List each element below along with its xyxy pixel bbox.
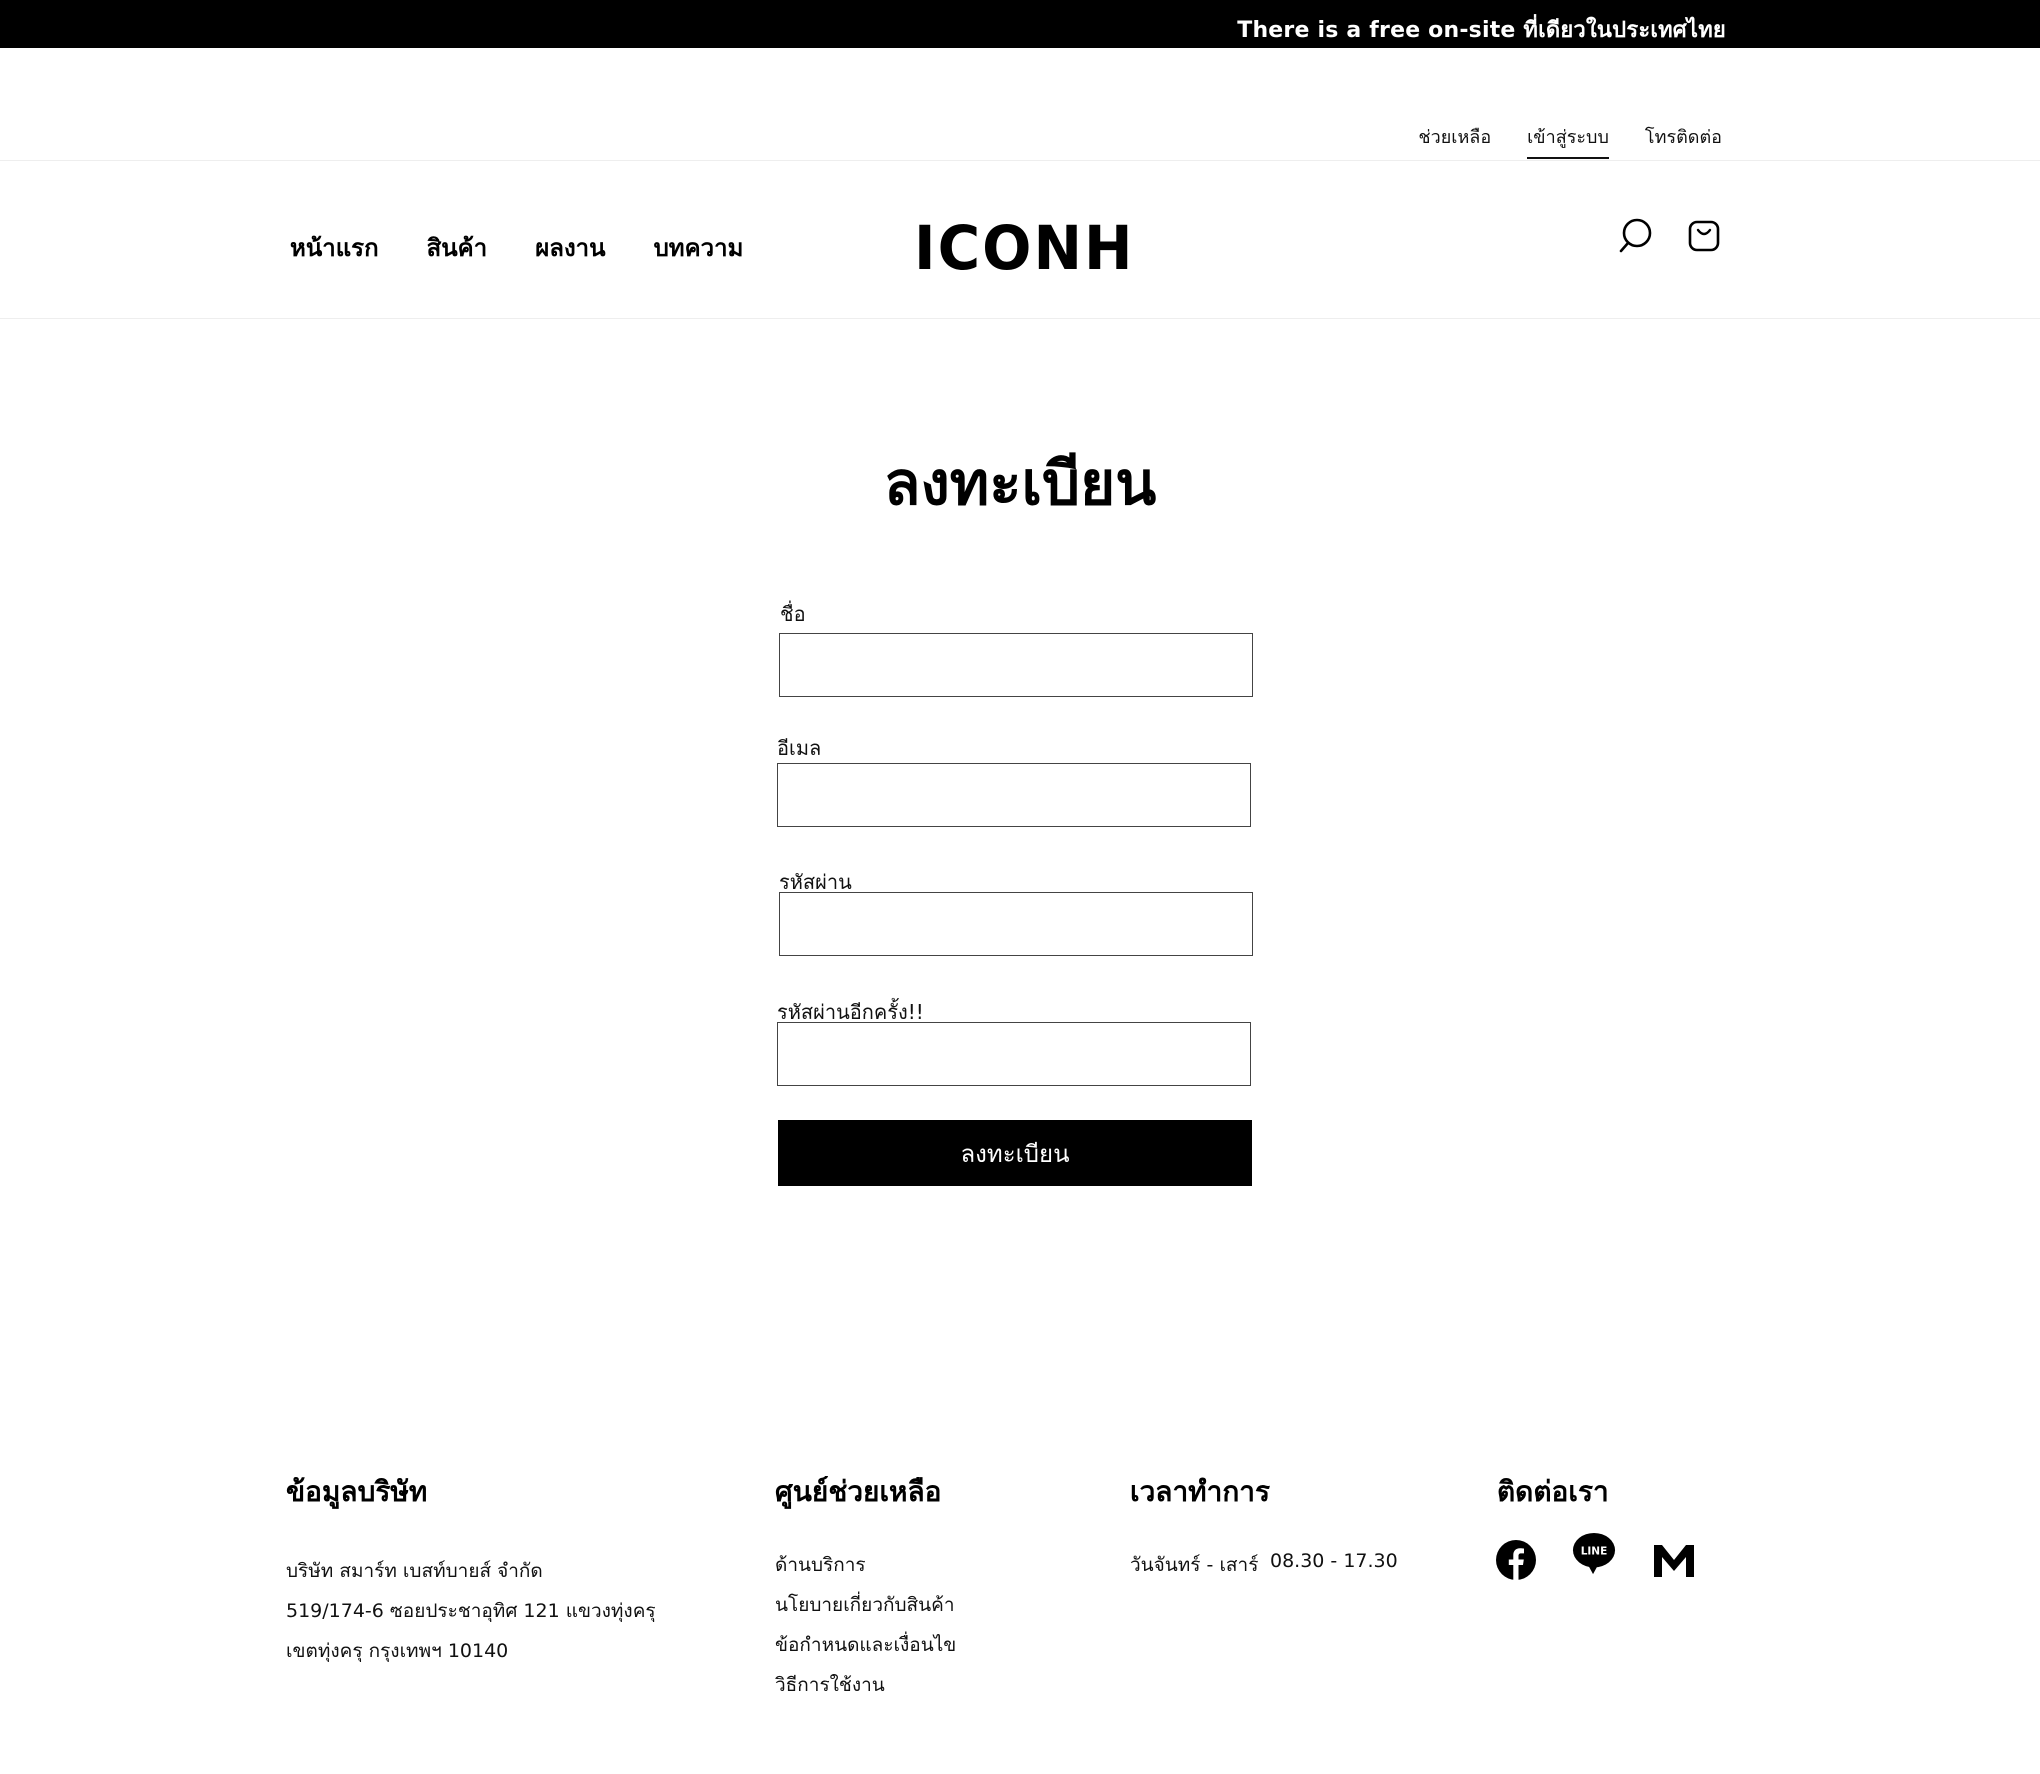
company-name: บริษัท สมาร์ท เบสท์บายส์ จำกัด xyxy=(286,1560,543,1582)
email-label: อีเมล xyxy=(777,736,822,760)
help-link-terms[interactable]: ข้อกำหนดและเงื่อนไข xyxy=(775,1630,956,1660)
gmail-icon xyxy=(1654,1545,1694,1577)
announcement-text: There is a free on-site ที่เดียวในประเทศ… xyxy=(1237,18,1726,43)
site-logo[interactable]: ICONH xyxy=(914,212,1135,283)
company-address-line2: เขตทุ่งครุ กรุงเทพฯ 10140 xyxy=(286,1640,509,1662)
facebook-icon xyxy=(1496,1540,1536,1580)
help-link-product-policy[interactable]: นโยบายเกี่ยวกับสินค้า xyxy=(775,1590,955,1620)
search-button[interactable] xyxy=(1616,216,1656,256)
utility-nav: ช่วยเหลือ เข้าสู่ระบบ โทรติดต่อ xyxy=(1418,122,1722,159)
company-address-line1: 519/174-6 ซอยประชาอุทิศ 121 แขวงทุ่งครุ xyxy=(286,1600,656,1622)
help-link-how-to-use[interactable]: วิธีการใช้งาน xyxy=(775,1670,885,1700)
line-link[interactable]: LINE xyxy=(1572,1532,1616,1576)
name-input[interactable] xyxy=(779,633,1253,697)
header-divider xyxy=(0,318,2040,319)
help-center-heading: ศูนย์ช่วยเหลือ xyxy=(775,1475,942,1508)
login-link[interactable]: เข้าสู่ระบบ xyxy=(1527,122,1609,159)
nav-products[interactable]: สินค้า xyxy=(427,228,488,267)
facebook-link[interactable] xyxy=(1494,1538,1538,1582)
page-title: ลงทะเบียน xyxy=(883,449,1157,519)
nav-portfolio[interactable]: ผลงาน xyxy=(535,228,605,267)
nav-home[interactable]: หน้าแรก xyxy=(290,228,379,267)
help-link[interactable]: ช่วยเหลือ xyxy=(1418,122,1491,159)
search-icon xyxy=(1619,218,1652,253)
help-link-service[interactable]: ด้านบริการ xyxy=(775,1550,866,1580)
name-label: ชื่อ xyxy=(780,602,806,626)
email-input[interactable] xyxy=(777,763,1251,827)
contact-heading: ติดต่อเรา xyxy=(1497,1475,1609,1508)
main-nav: หน้าแรก สินค้า ผลงาน บทความ xyxy=(290,228,743,267)
contact-link[interactable]: โทรติดต่อ xyxy=(1645,122,1722,159)
utility-divider xyxy=(0,160,2040,161)
line-badge-text: LINE xyxy=(1581,1545,1608,1557)
nav-articles[interactable]: บทความ xyxy=(654,228,744,267)
announcement-bar: There is a free on-site ที่เดียวในประเทศ… xyxy=(0,0,2040,48)
confirm-password-input[interactable] xyxy=(777,1022,1251,1086)
hours-time: 08.30 - 17.30 xyxy=(1270,1550,1398,1572)
gmail-link[interactable] xyxy=(1652,1538,1696,1582)
hours-heading: เวลาทำการ xyxy=(1130,1475,1271,1508)
password-input[interactable] xyxy=(779,892,1253,956)
register-button[interactable]: ลงทะเบียน xyxy=(778,1120,1252,1186)
cart-button[interactable] xyxy=(1684,216,1724,256)
company-heading: ข้อมูลบริษัท xyxy=(286,1475,428,1508)
line-icon: LINE xyxy=(1572,1532,1616,1575)
shopping-bag-icon xyxy=(1688,220,1720,252)
hours-days: วันจันทร์ - เสาร์ xyxy=(1130,1554,1259,1576)
